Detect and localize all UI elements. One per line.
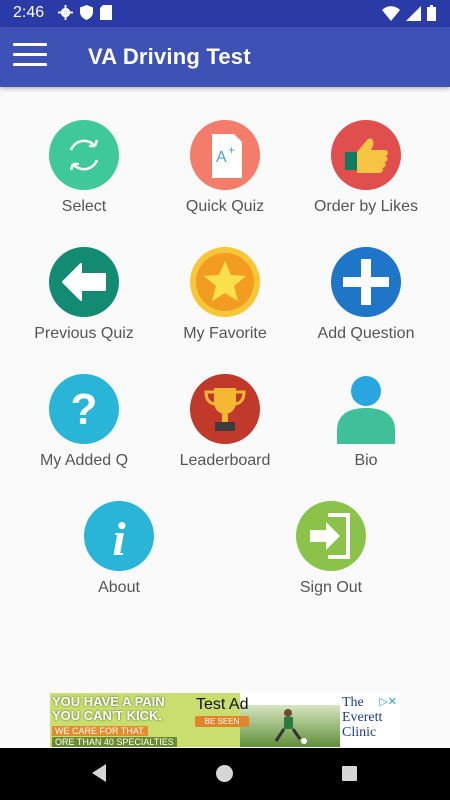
refresh-icon bbox=[49, 120, 119, 190]
sign-out-label: Sign Out bbox=[299, 579, 363, 596]
svg-text:A: A bbox=[216, 149, 227, 166]
sd-card-icon bbox=[100, 5, 112, 20]
my-added-q-tile[interactable]: ? My Added Q bbox=[14, 374, 154, 470]
previous-quiz-tile[interactable]: Previous Quiz bbox=[14, 247, 154, 343]
system-nav-bar bbox=[0, 748, 450, 800]
order-by-likes-label: Order by Likes bbox=[313, 198, 419, 215]
plus-icon bbox=[331, 247, 401, 317]
ad-headline: YOU HAVE A PAIN YOU CAN'T KICK. bbox=[52, 694, 165, 723]
svg-text:i: i bbox=[112, 513, 126, 566]
status-bar: 2:46 bbox=[0, 0, 450, 27]
ad-test-label: Test Ad bbox=[196, 696, 249, 713]
select-label: Select bbox=[61, 198, 107, 215]
quick-quiz-tile[interactable]: A + Quick Quiz bbox=[155, 120, 295, 216]
add-question-tile[interactable]: Add Question bbox=[296, 247, 436, 343]
info-icon: i bbox=[84, 501, 154, 571]
about-tile[interactable]: i About bbox=[49, 501, 189, 597]
grade-paper-icon: A + bbox=[190, 120, 260, 190]
status-right-icons bbox=[382, 5, 436, 21]
svg-text:?: ? bbox=[71, 385, 98, 434]
recent-apps-icon[interactable] bbox=[342, 766, 357, 781]
trophy-icon bbox=[190, 374, 260, 444]
about-label: About bbox=[98, 579, 140, 596]
ad-choices-icon[interactable]: ▷✕ bbox=[379, 695, 397, 708]
status-time: 2:46 bbox=[13, 4, 45, 21]
my-added-q-label: My Added Q bbox=[39, 452, 129, 469]
ad-soccer-image bbox=[240, 705, 340, 747]
battery-icon bbox=[427, 5, 436, 21]
app-bar: VA Driving Test bbox=[0, 27, 450, 87]
leaderboard-tile[interactable]: Leaderboard bbox=[155, 374, 295, 470]
settings-icon bbox=[58, 5, 73, 20]
person-icon bbox=[331, 374, 401, 444]
add-question-label: Add Question bbox=[317, 325, 415, 342]
order-by-likes-tile[interactable]: Order by Likes bbox=[296, 120, 436, 216]
star-icon bbox=[190, 247, 260, 317]
ad-cta-button[interactable]: BE SEEN bbox=[195, 716, 249, 727]
ad-subline: WE CARE FOR THAT. bbox=[52, 726, 149, 736]
quick-quiz-label: Quick Quiz bbox=[185, 198, 265, 215]
question-mark-icon: ? bbox=[49, 374, 119, 444]
thumbs-up-icon bbox=[331, 120, 401, 190]
select-tile[interactable]: Select bbox=[14, 120, 154, 216]
sign-out-tile[interactable]: Sign Out bbox=[261, 501, 401, 597]
wifi-icon bbox=[382, 5, 400, 21]
previous-quiz-label: Previous Quiz bbox=[34, 325, 134, 342]
signal-icon bbox=[406, 5, 421, 21]
hamburger-menu-icon[interactable] bbox=[13, 43, 47, 69]
my-favorite-label: My Favorite bbox=[183, 325, 267, 342]
bio-tile[interactable]: Bio bbox=[296, 374, 436, 470]
back-icon[interactable] bbox=[90, 763, 108, 783]
ad-specialties: ORE THAN 40 SPECIALTIES bbox=[52, 737, 177, 747]
back-arrow-icon bbox=[49, 247, 119, 317]
svg-text:+: + bbox=[228, 143, 235, 157]
sign-out-icon bbox=[296, 501, 366, 571]
my-favorite-tile[interactable]: My Favorite bbox=[155, 247, 295, 343]
bio-label: Bio bbox=[354, 452, 378, 469]
status-left-icons bbox=[58, 5, 112, 20]
ad-banner[interactable]: YOU HAVE A PAIN YOU CAN'T KICK. WE CARE F… bbox=[50, 693, 400, 747]
leaderboard-label: Leaderboard bbox=[179, 452, 271, 469]
home-icon[interactable] bbox=[216, 765, 233, 782]
shield-icon bbox=[80, 5, 93, 20]
app-title: VA Driving Test bbox=[88, 44, 251, 69]
